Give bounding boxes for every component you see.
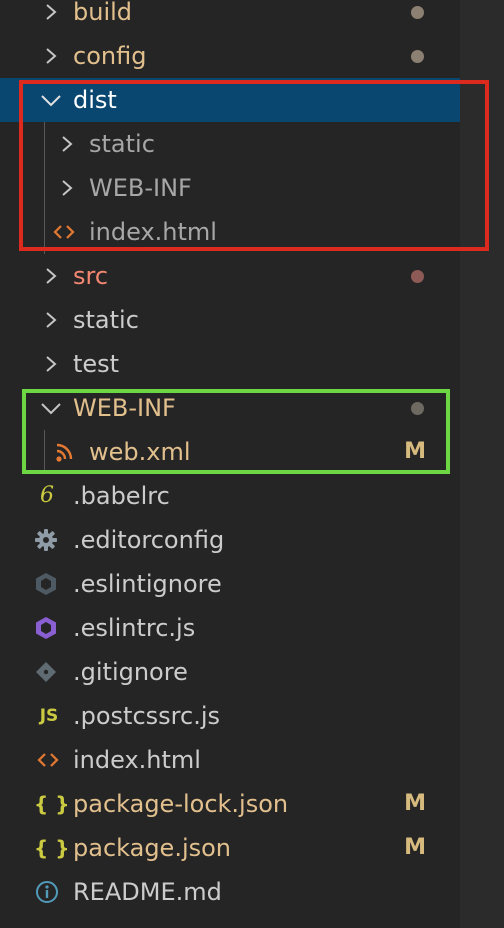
modified-dot	[411, 6, 424, 19]
modified-badge: M	[404, 791, 426, 816]
chevron-right-icon	[44, 254, 68, 298]
tree-item-build[interactable]: build	[0, 0, 460, 34]
tree-item-readme[interactable]: README.md	[0, 870, 460, 914]
tree-item-label: index.html	[73, 746, 201, 774]
tree-item-label: build	[73, 0, 133, 26]
eslint-purple-file-icon	[34, 606, 60, 650]
chevron-right-icon	[44, 342, 68, 386]
tree-item-label: package.json	[73, 834, 232, 862]
red-highlight-box	[19, 80, 489, 251]
babel-file-icon: 6	[40, 483, 54, 508]
chevron-right-icon	[44, 34, 68, 78]
tree-item-index-html[interactable]: index.html	[0, 738, 460, 782]
tree-item-label: package-lock.json	[73, 790, 289, 818]
gear-file-icon	[34, 518, 60, 562]
tree-item-label: .postcssrc.js	[73, 702, 220, 730]
tree-item-label: config	[73, 42, 147, 70]
tree-item-label: src	[73, 262, 109, 290]
modified-dot	[411, 50, 424, 63]
json-file-icon: { }	[34, 792, 70, 816]
tree-item-src[interactable]: src	[0, 254, 460, 298]
error-dot	[411, 270, 424, 283]
file-explorer: build config dist static WEB-INF index.h…	[0, 0, 504, 928]
tree-item-editorconfig[interactable]: .editorconfig	[0, 518, 460, 562]
git-file-icon	[34, 650, 60, 694]
tree-item-package-lock-json[interactable]: { } package-lock.json M	[0, 782, 460, 826]
eslint-gray-file-icon	[34, 562, 60, 606]
tree-item-label: .babelrc	[73, 482, 170, 510]
tree-item-gitignore[interactable]: .gitignore	[0, 650, 460, 694]
tree-item-eslintignore[interactable]: .eslintignore	[0, 562, 460, 606]
tree-item-label: README.md	[73, 878, 222, 906]
tree-item-label: static	[73, 306, 139, 334]
tree-item-label: .eslintignore	[73, 570, 222, 598]
tree-item-label: .editorconfig	[73, 526, 225, 554]
chevron-right-icon	[44, 298, 68, 342]
html-file-icon	[36, 738, 62, 782]
tree-item-config[interactable]: config	[0, 34, 460, 78]
js-file-icon: JS	[39, 706, 59, 726]
tree-item-babelrc[interactable]: 6 .babelrc	[0, 474, 460, 518]
modified-badge: M	[404, 835, 426, 860]
tree-item-eslintrc[interactable]: .eslintrc.js	[0, 606, 460, 650]
json-file-icon: { }	[34, 836, 70, 860]
tree-item-label: test	[73, 350, 120, 378]
chevron-right-icon	[44, 0, 68, 34]
tree-item-test[interactable]: test	[0, 342, 460, 386]
info-file-icon	[35, 870, 61, 914]
tree-item-label: .gitignore	[73, 658, 188, 686]
tree-item-label: .eslintrc.js	[73, 614, 196, 642]
tree-item-postcssrc[interactable]: JS .postcssrc.js	[0, 694, 460, 738]
tree-item-package-json[interactable]: { } package.json M	[0, 826, 460, 870]
green-highlight-box	[22, 389, 450, 474]
tree-item-static[interactable]: static	[0, 298, 460, 342]
